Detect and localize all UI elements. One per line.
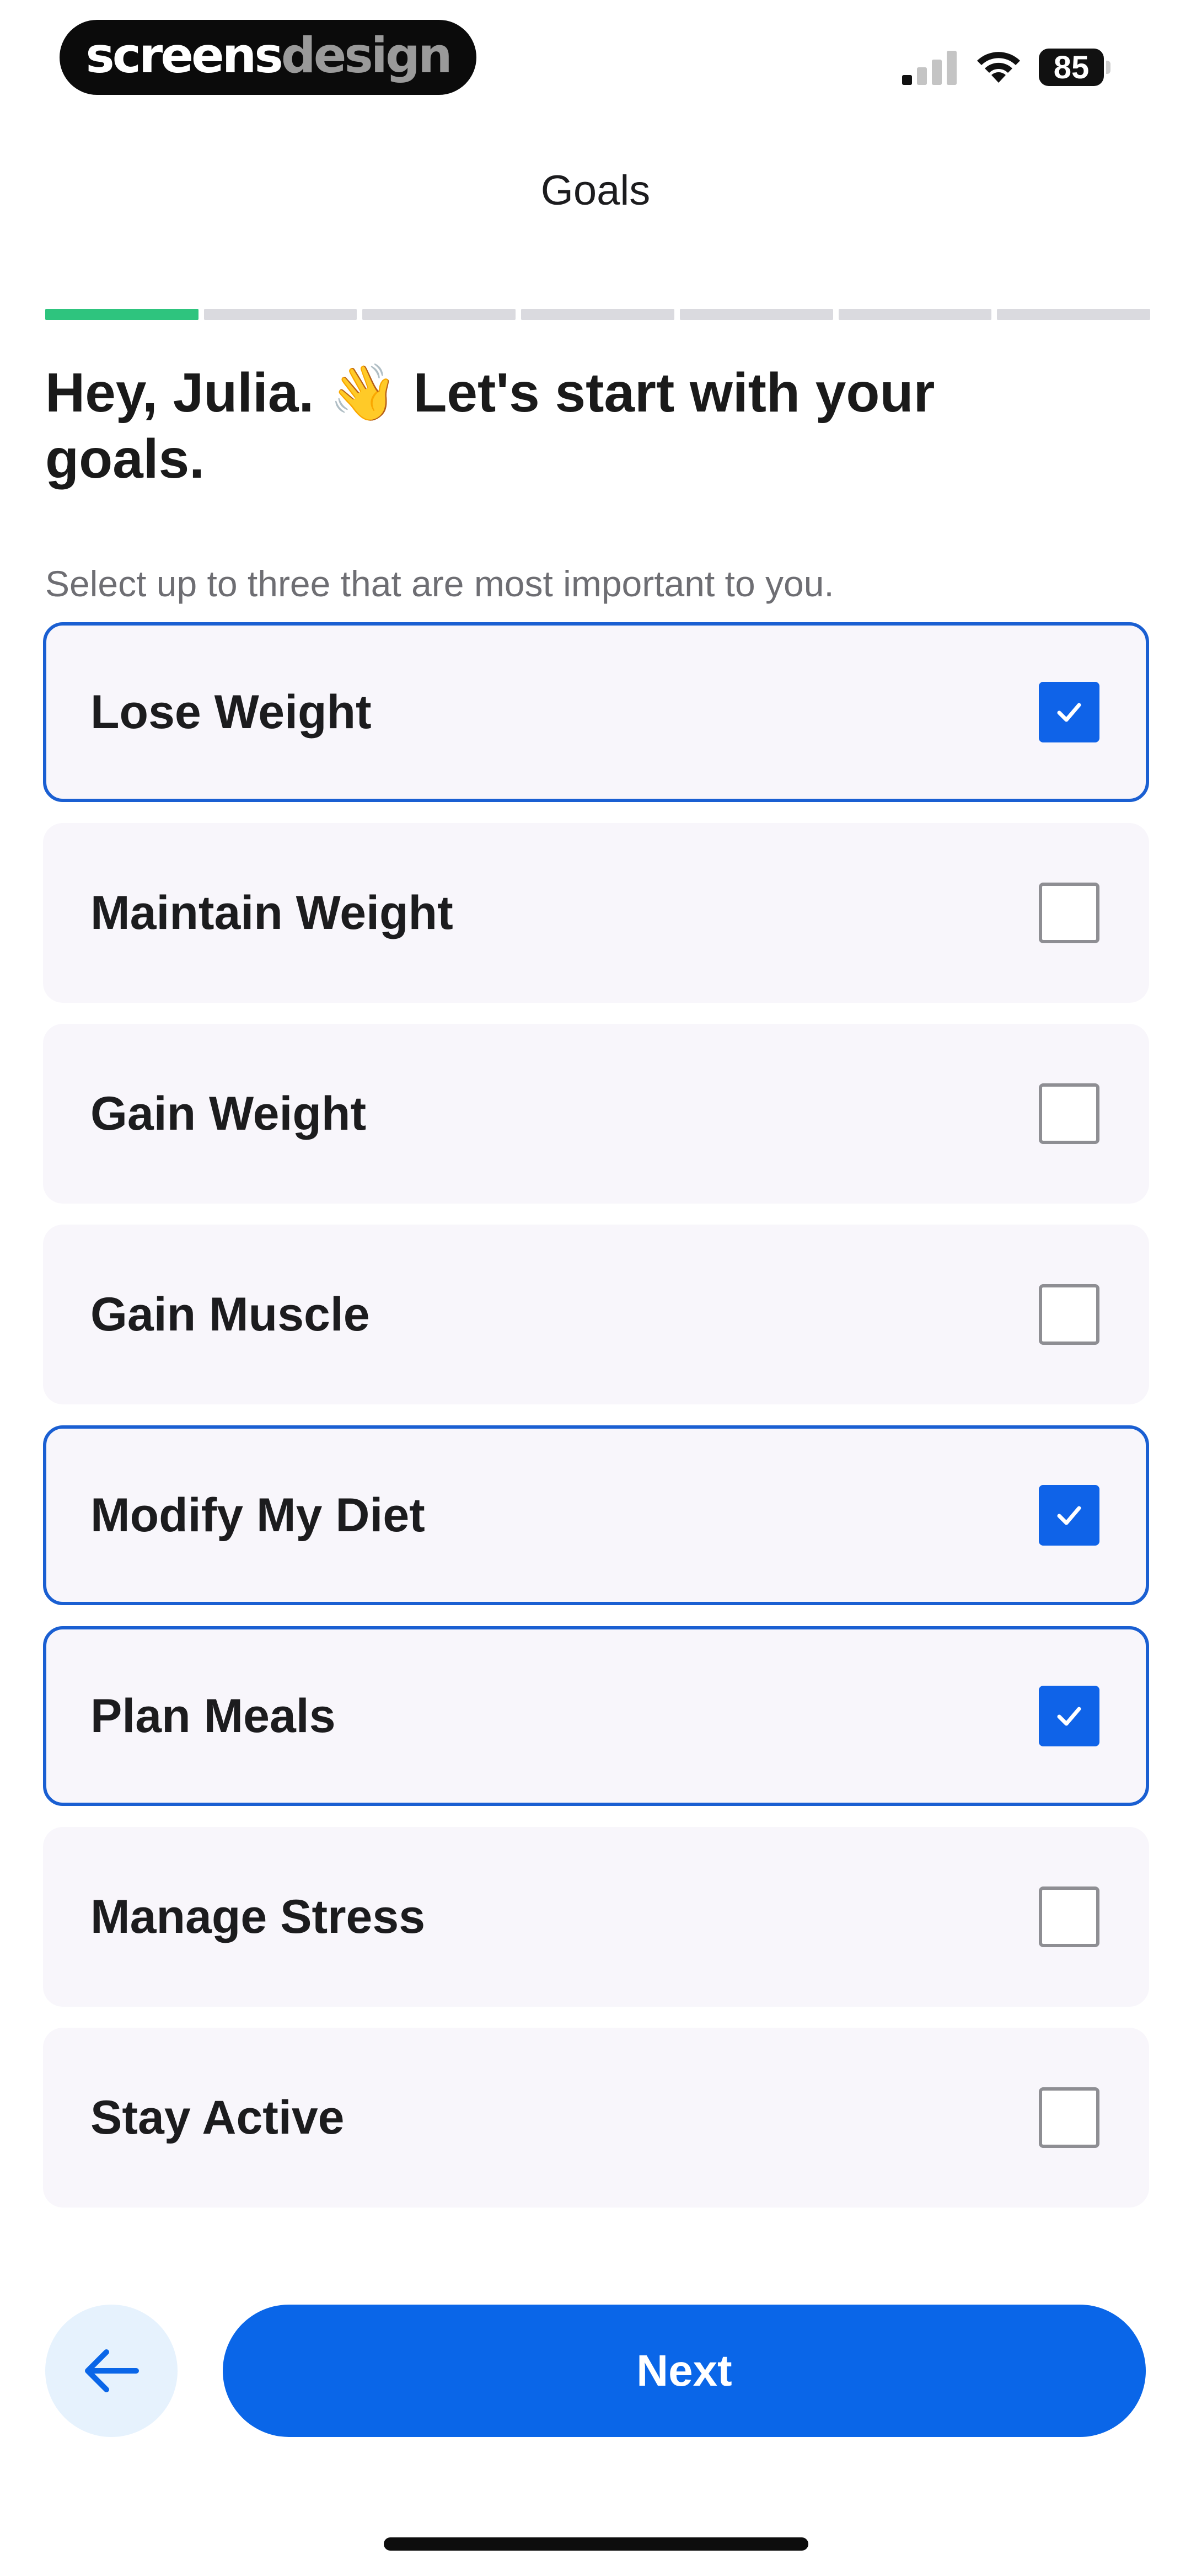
goal-checkbox[interactable] [1039,1886,1099,1947]
goal-option-label: Maintain Weight [90,886,453,939]
goal-option-label: Gain Weight [90,1087,367,1140]
goal-option-label: Manage Stress [90,1890,426,1943]
progress-segment [362,309,516,320]
goal-option[interactable]: Stay Active [43,2028,1149,2208]
page-title: Goals [540,167,651,214]
onboarding-progress-bar [45,309,1151,320]
battery-level: 85 [1039,49,1104,86]
progress-segment [521,309,674,320]
checkmark-icon [1057,703,1081,722]
back-button[interactable] [45,2305,178,2437]
next-button[interactable]: Next [223,2305,1146,2437]
goal-option-label: Plan Meals [90,1689,336,1743]
goal-checkbox[interactable] [1039,1686,1099,1746]
goal-checkbox[interactable] [1039,1485,1099,1546]
checkmark-icon [1057,1506,1081,1525]
goal-checkbox[interactable] [1039,2087,1099,2148]
goal-option-label: Stay Active [90,2091,345,2144]
logo-text-secondary: design [281,26,453,84]
progress-segment [838,309,992,320]
greeting-heading: Hey, Julia. 👋 Let's start with your goal… [45,362,935,490]
progress-segment [679,309,833,320]
goal-option[interactable]: Maintain Weight [43,823,1149,1003]
goal-option[interactable]: Gain Weight [43,1024,1149,1204]
logo-text-primary: screens [85,26,283,84]
goal-option[interactable]: Manage Stress [43,1827,1149,2007]
goal-option-label: Modify My Diet [90,1488,425,1542]
battery-indicator: 85 [1039,49,1110,86]
screensdesign-logo: screens design [60,20,476,95]
battery-cap [1106,61,1110,74]
instruction-text: Select up to three that are most importa… [45,563,834,604]
goal-options-list: Lose Weight Maintain Weight Gain Weight Gai… [43,622,1149,2228]
cellular-signal-icon [902,51,957,85]
goal-checkbox[interactable] [1039,1284,1099,1345]
goal-checkbox[interactable] [1039,1083,1099,1144]
goal-option[interactable]: Lose Weight [43,622,1149,802]
goal-option-label: Lose Weight [90,685,372,739]
progress-segment [997,309,1151,320]
progress-segment [203,309,357,320]
goal-checkbox[interactable] [1039,682,1099,742]
progress-segment [45,309,198,320]
checkmark-icon [1057,1707,1081,1726]
goal-option[interactable]: Plan Meals [43,1626,1149,1806]
goal-option-label: Gain Muscle [90,1287,370,1341]
goal-checkbox[interactable] [1039,883,1099,943]
goal-option[interactable]: Gain Muscle [43,1225,1149,1404]
home-indicator [384,2537,808,2551]
wifi-icon [977,52,1020,83]
arrow-left-icon [85,2349,139,2392]
goal-option[interactable]: Modify My Diet [43,1425,1149,1605]
